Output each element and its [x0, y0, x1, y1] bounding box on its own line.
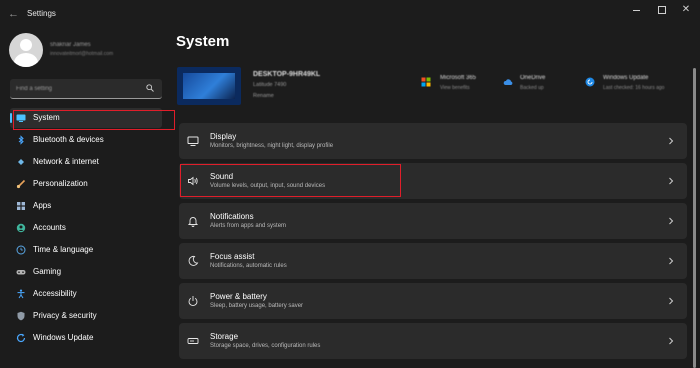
card-title: Focus assist — [210, 252, 255, 261]
account-name: shakriar James — [50, 42, 91, 48]
accessibility-icon — [16, 289, 26, 299]
wifi-icon — [16, 157, 26, 167]
status-subtitle: View benefits — [440, 85, 470, 91]
bell-icon — [187, 215, 199, 227]
cloud-icon[interactable] — [503, 77, 513, 87]
sidebar-item-accounts[interactable]: Accounts — [10, 218, 162, 238]
chevron-right-icon — [667, 296, 675, 306]
globe-clock-icon — [16, 245, 26, 255]
update-icon — [16, 333, 26, 343]
search-input[interactable] — [16, 82, 141, 96]
brush-icon — [16, 179, 26, 189]
maximize-button[interactable] — [655, 4, 669, 16]
status-subtitle: Last checked: 16 hours ago — [603, 85, 665, 91]
card-focus-assist[interactable]: Focus assist Notifications, automatic ru… — [179, 243, 687, 279]
rename-link[interactable]: Rename — [253, 93, 274, 99]
chevron-right-icon — [667, 176, 675, 186]
power-icon — [187, 295, 199, 307]
sidebar-item-network[interactable]: Network & internet — [10, 152, 162, 172]
device-thumbnail — [177, 67, 241, 105]
card-display[interactable]: Display Monitors, brightness, night ligh… — [179, 123, 687, 159]
shield-icon — [16, 311, 26, 321]
search-icon[interactable] — [146, 84, 154, 92]
sidebar-item-label: Bluetooth & devices — [33, 135, 104, 144]
display-icon — [187, 135, 199, 147]
sidebar-item-label: Accounts — [33, 223, 66, 232]
back-arrow-icon[interactable]: ← — [8, 8, 19, 20]
minimize-button[interactable] — [630, 4, 644, 16]
sidebar-item-accessibility[interactable]: Accessibility — [10, 284, 162, 304]
sidebar-item-apps[interactable]: Apps — [10, 196, 162, 216]
sidebar-item-bluetooth[interactable]: Bluetooth & devices — [10, 130, 162, 150]
bluetooth-icon — [16, 135, 26, 145]
card-description: Monitors, brightness, night light, displ… — [210, 143, 334, 149]
sidebar-item-label: Personalization — [33, 179, 88, 188]
scrollbar[interactable] — [693, 68, 696, 368]
card-title: Notifications — [210, 212, 254, 221]
card-title: Power & battery — [210, 292, 267, 301]
sidebar-item-label: Privacy & security — [33, 311, 97, 320]
card-description: Alerts from apps and system — [210, 223, 287, 229]
card-storage[interactable]: Storage Storage space, drives, configura… — [179, 323, 687, 359]
sidebar-item-label: Time & language — [33, 245, 94, 254]
card-power-battery[interactable]: Power & battery Sleep, battery usage, ba… — [179, 283, 687, 319]
chevron-right-icon — [667, 136, 675, 146]
chevron-right-icon — [667, 256, 675, 266]
status-subtitle: Backed up — [520, 85, 544, 91]
sidebar-item-time-language[interactable]: Time & language — [10, 240, 162, 260]
sidebar-item-label: Gaming — [33, 267, 62, 276]
annotation-highlight-system — [13, 110, 175, 130]
sidebar-item-label: Windows Update — [33, 333, 94, 342]
microsoft365-icon[interactable] — [421, 77, 431, 87]
annotation-highlight-sound — [180, 164, 401, 197]
moon-icon — [187, 255, 199, 267]
sidebar-item-windows-update[interactable]: Windows Update — [10, 328, 162, 348]
card-description: Sleep, battery usage, battery saver — [210, 303, 304, 309]
account-email: innovateitmorl@hotmail.com — [50, 51, 114, 57]
app-title: Settings — [27, 9, 56, 18]
gamepad-icon — [16, 267, 26, 277]
sidebar-item-gaming[interactable]: Gaming — [10, 262, 162, 282]
page-title: System — [176, 33, 230, 50]
card-description: Storage space, drives, configuration rul… — [210, 343, 321, 349]
sidebar-item-label: Accessibility — [33, 289, 77, 298]
chevron-right-icon — [667, 216, 675, 226]
chevron-right-icon — [667, 336, 675, 346]
sidebar-item-label: Apps — [33, 201, 52, 210]
title-bar: ← Settings ✕ — [0, 0, 700, 28]
storage-icon — [187, 335, 199, 347]
status-title[interactable]: Windows Update — [603, 75, 648, 81]
apps-icon — [16, 201, 26, 211]
close-button[interactable]: ✕ — [679, 4, 693, 16]
windows-update-icon[interactable] — [585, 77, 595, 87]
card-title: Display — [210, 132, 237, 141]
device-name: DESKTOP-9HR49KL — [253, 71, 321, 78]
selection-indicator — [10, 113, 12, 123]
search-box[interactable] — [10, 79, 162, 99]
sidebar-item-personalization[interactable]: Personalization — [10, 174, 162, 194]
sidebar-item-privacy[interactable]: Privacy & security — [10, 306, 162, 326]
status-title[interactable]: Microsoft 365 — [440, 75, 476, 81]
status-title[interactable]: OneDrive — [520, 75, 545, 81]
person-icon — [16, 223, 26, 233]
card-title: Storage — [210, 332, 239, 341]
avatar[interactable] — [9, 33, 43, 67]
card-description: Notifications, automatic rules — [210, 263, 287, 269]
card-notifications[interactable]: Notifications Alerts from apps and syste… — [179, 203, 687, 239]
device-model: Latitude 7490 — [253, 82, 287, 88]
sidebar-item-label: Network & internet — [33, 157, 99, 166]
